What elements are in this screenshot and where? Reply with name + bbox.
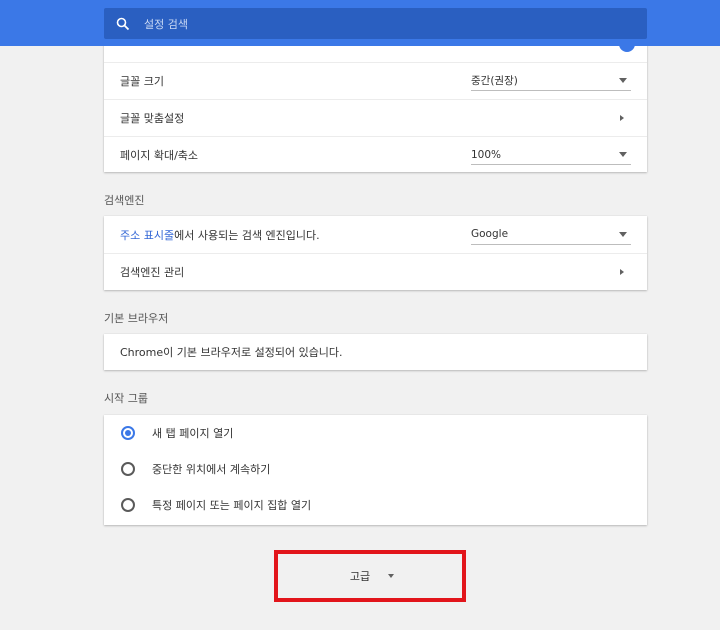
settings-header: 설정 검색 — [0, 0, 720, 46]
startup-option-new-tab[interactable]: 새 탭 페이지 열기 — [104, 415, 647, 451]
page-zoom-dropdown[interactable]: 100% — [471, 145, 631, 165]
font-size-dropdown[interactable]: 중간(권장) — [471, 71, 631, 91]
search-engine-description: 주소 표시줄에서 사용되는 검색 엔진입니다. — [120, 227, 320, 243]
address-bar-link[interactable]: 주소 표시줄 — [120, 229, 174, 242]
search-engine-title: 검색엔진 — [104, 194, 145, 207]
startup-option-label: 특정 페이지 또는 페이지 집합 열기 — [152, 499, 312, 512]
manage-search-engines-label: 검색엔진 관리 — [120, 266, 185, 279]
dropdown-caret-icon — [619, 231, 627, 237]
dropdown-caret-icon — [619, 152, 627, 157]
startup-option-continue[interactable]: 중단한 위치에서 계속하기 — [104, 451, 647, 487]
search-placeholder: 설정 검색 — [144, 17, 188, 31]
radio-unchecked-icon[interactable] — [121, 498, 135, 512]
radio-checked-icon[interactable] — [121, 426, 135, 440]
default-browser-row: Chrome이 기본 브라우저로 설정되어 있습니다. — [104, 334, 647, 370]
manage-search-engines-row[interactable]: 검색엔진 관리 — [104, 253, 647, 290]
default-browser-title: 기본 브라우저 — [104, 312, 169, 325]
appearance-card: 글꼴 크기 중간(권장) 글꼴 맞춤설정 페이지 확대/축소 100% — [104, 26, 647, 172]
font-size-label: 글꼴 크기 — [120, 75, 164, 88]
advanced-label: 고급 — [349, 570, 371, 583]
chevron-down-icon — [388, 574, 395, 578]
default-browser-card: Chrome이 기본 브라우저로 설정되어 있습니다. — [104, 334, 647, 370]
chevron-right-icon — [620, 269, 624, 275]
default-browser-text: Chrome이 기본 브라우저로 설정되어 있습니다. — [120, 346, 343, 359]
page-zoom-label: 페이지 확대/축소 — [120, 149, 199, 162]
advanced-button[interactable]: 고급 — [274, 550, 466, 602]
page-zoom-row: 페이지 확대/축소 100% — [104, 136, 647, 173]
customize-fonts-label: 글꼴 맞춤설정 — [120, 112, 185, 125]
search-settings-input[interactable]: 설정 검색 — [104, 8, 647, 39]
chevron-right-icon — [620, 115, 624, 121]
search-engine-value: Google — [471, 228, 509, 240]
search-engine-dropdown[interactable]: Google — [471, 225, 631, 245]
search-engine-card: 주소 표시줄에서 사용되는 검색 엔진입니다. Google 검색엔진 관리 — [104, 216, 647, 290]
search-icon — [116, 17, 130, 31]
search-engine-description-text: 에서 사용되는 검색 엔진입니다. — [174, 228, 320, 242]
radio-unchecked-icon[interactable] — [121, 462, 135, 476]
font-size-value: 중간(권장) — [471, 75, 518, 87]
startup-option-label: 새 탭 페이지 열기 — [152, 427, 234, 440]
startup-option-specific-pages[interactable]: 특정 페이지 또는 페이지 집합 열기 — [104, 487, 647, 523]
font-size-row: 글꼴 크기 중간(권장) — [104, 62, 647, 99]
on-startup-title: 시작 그룹 — [104, 392, 148, 405]
startup-option-label: 중단한 위치에서 계속하기 — [152, 463, 271, 476]
dropdown-caret-icon — [619, 78, 627, 83]
on-startup-card: 새 탭 페이지 열기 중단한 위치에서 계속하기 특정 페이지 또는 페이지 집… — [104, 415, 647, 525]
search-engine-row: 주소 표시줄에서 사용되는 검색 엔진입니다. Google — [104, 216, 647, 253]
page-zoom-value: 100% — [471, 148, 502, 161]
customize-fonts-row[interactable]: 글꼴 맞춤설정 — [104, 99, 647, 136]
